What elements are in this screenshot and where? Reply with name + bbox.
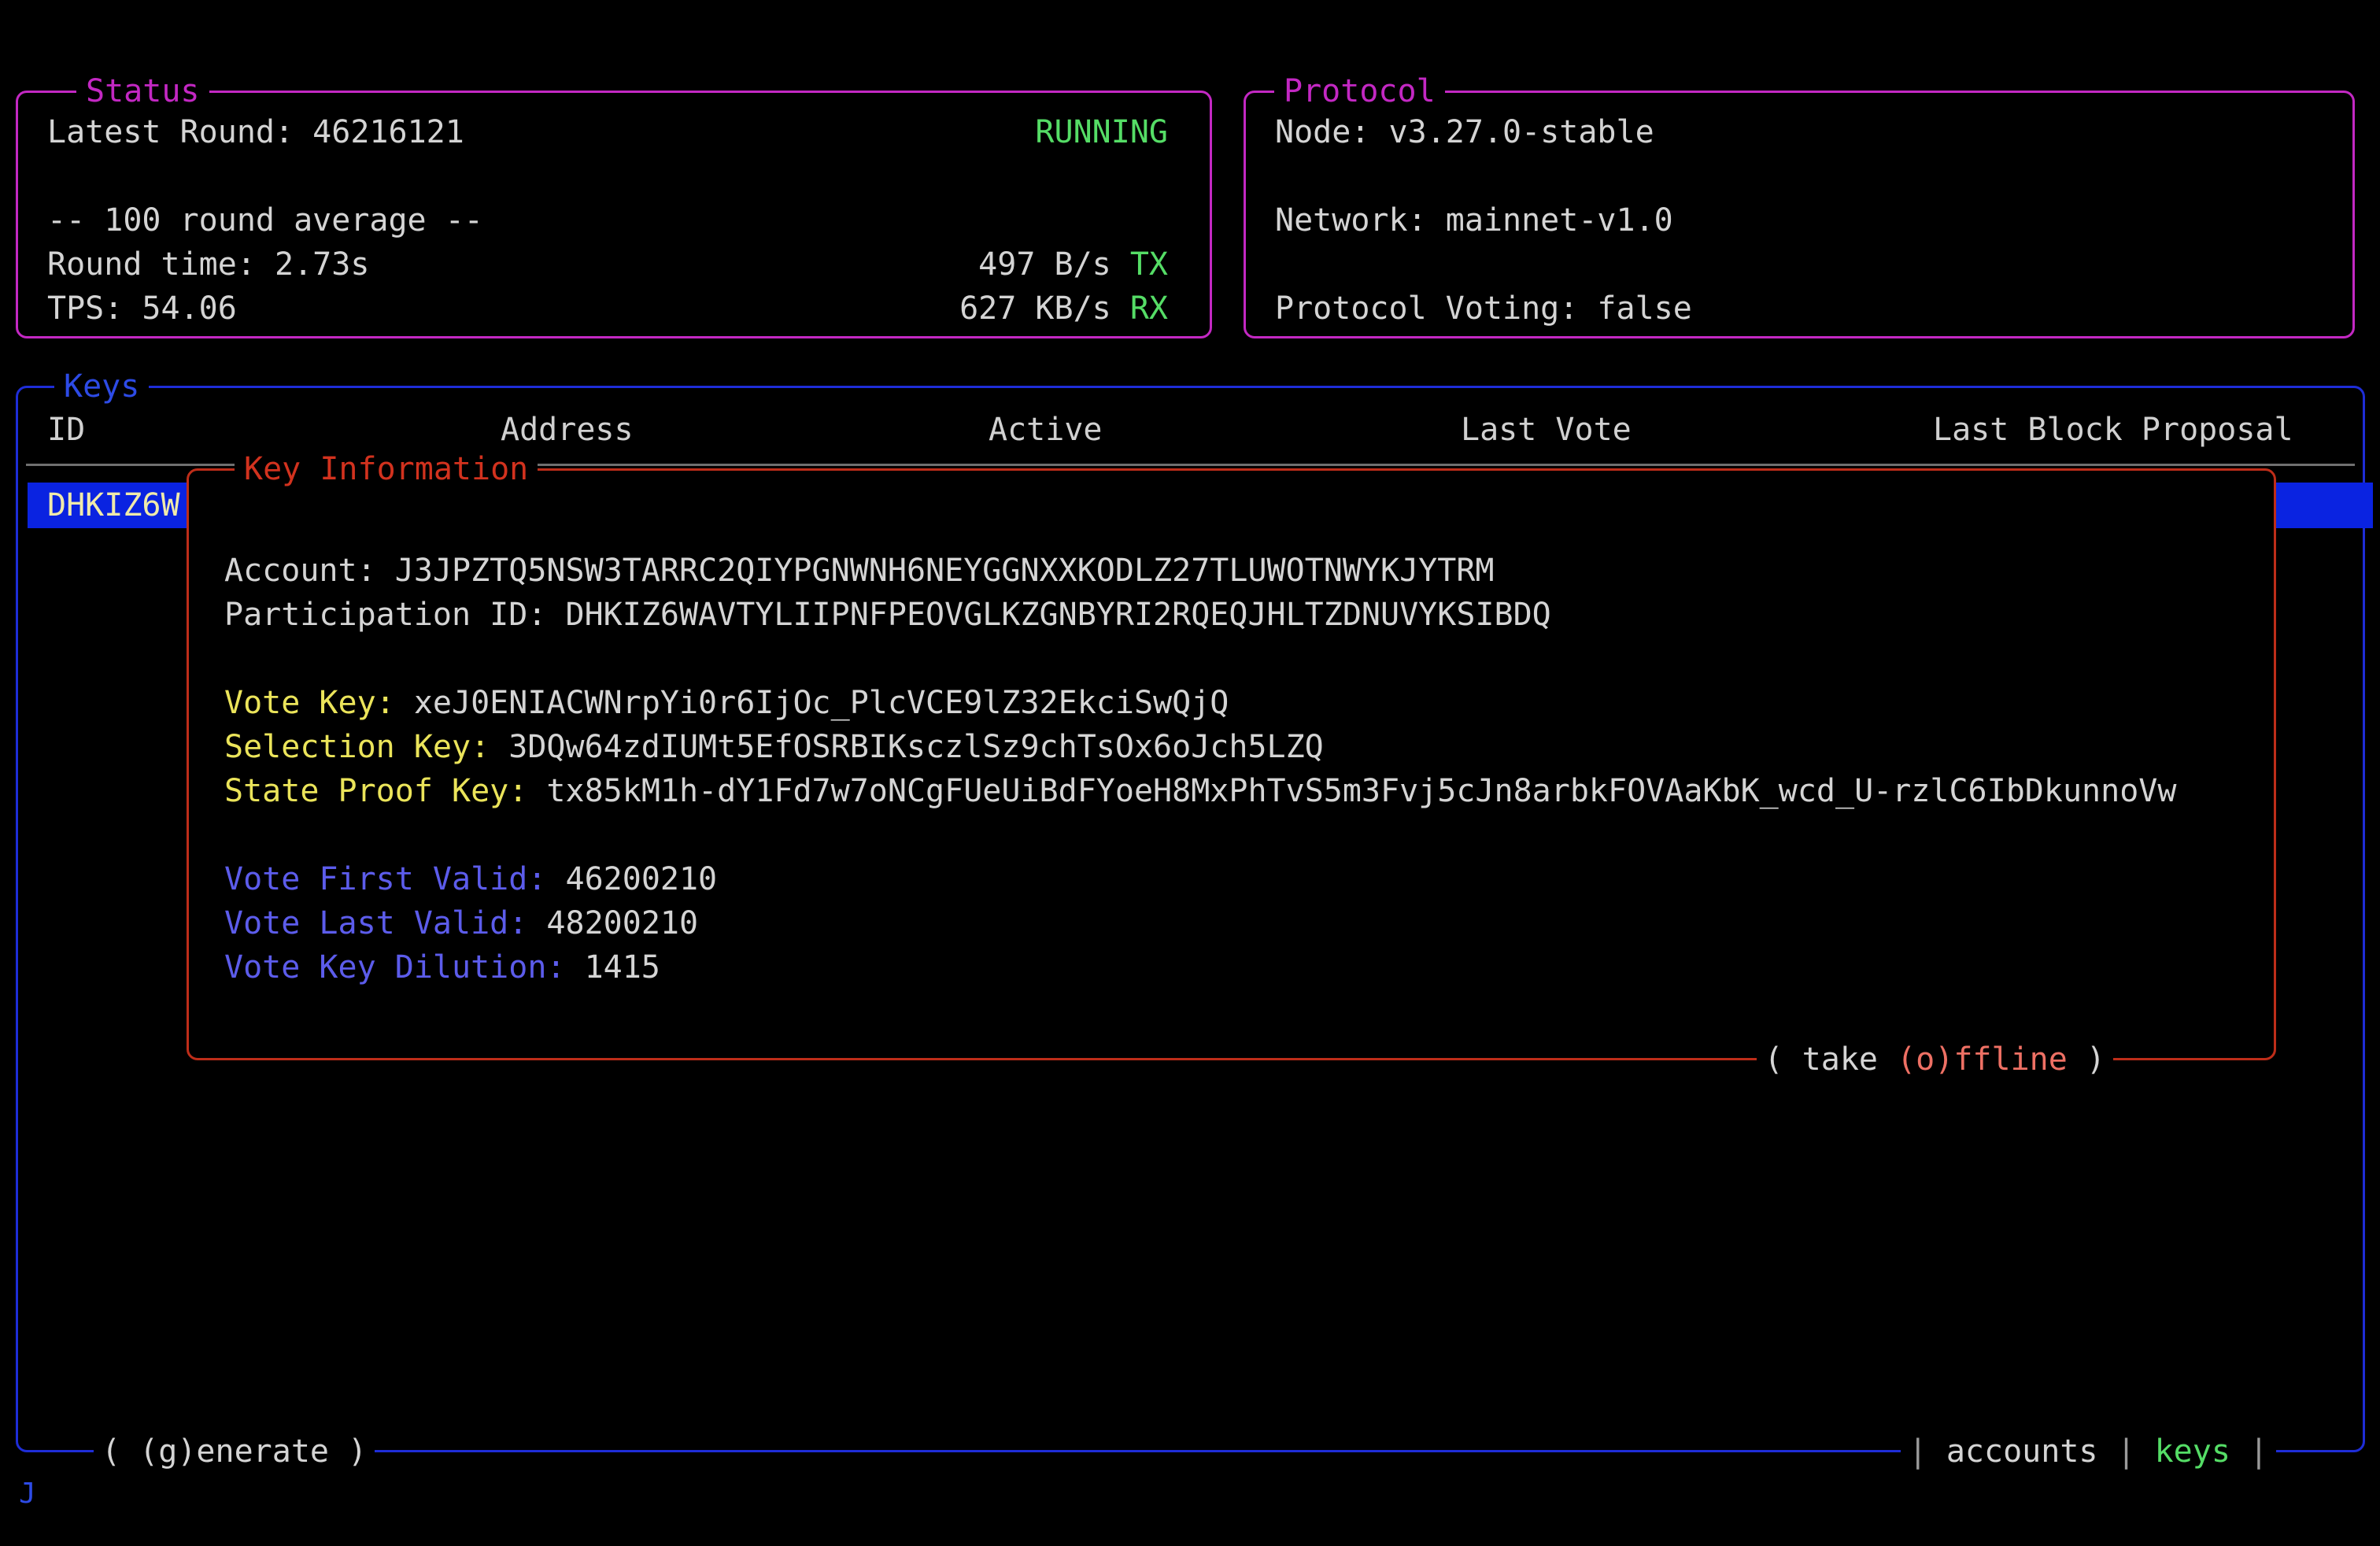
participation-id-label: Participation ID: (224, 597, 565, 633)
status-panel: Status Latest Round: 46216121 RUNNING --… (16, 91, 1212, 338)
protocol-voting-label: Protocol Voting: (1275, 290, 1597, 327)
view-tabs: | accounts | keys | (1901, 1429, 2276, 1474)
network-line: Network: mainnet-v1.0 (1275, 198, 1673, 242)
vote-last-valid-label: Vote Last Valid: (224, 905, 546, 941)
selection-key-line: Selection Key: 3DQw64zdIUMt5EfOSRBIKsczl… (224, 725, 1324, 769)
vote-key-line: Vote Key: xeJ0ENIACWNrpYi0r6IjOc_PlcVCE9… (224, 681, 1229, 725)
protocol-panel: Protocol Node: v3.27.0-stable Network: m… (1244, 91, 2355, 338)
tab-separator: | (2116, 1429, 2135, 1474)
latest-round-line: Latest Round: 46216121 (47, 110, 464, 154)
node-version-line: Node: v3.27.0-stable (1275, 110, 1654, 154)
tx-rate-value: 497 B/s (978, 246, 1130, 283)
protocol-voting-line: Protocol Voting: false (1275, 287, 1692, 331)
protocol-panel-title: Protocol (1274, 69, 1445, 113)
column-header-last-block-proposal: Last Block Proposal (1933, 408, 2293, 452)
vote-last-valid-line: Vote Last Valid: 48200210 (224, 901, 698, 945)
tab-keys[interactable]: keys (2155, 1429, 2230, 1474)
round-time-line: Round time: 2.73s (47, 242, 369, 287)
key-information-dialog: Key Information Account: J3JPZTQ5NSW3TAR… (187, 468, 2276, 1060)
selected-row-id: DHKIZ6W (47, 487, 180, 523)
rx-label: RX (1130, 290, 1168, 327)
tps-value: 54.06 (142, 290, 236, 327)
tab-accounts[interactable]: accounts (1946, 1429, 2098, 1474)
vote-first-valid-value: 46200210 (565, 861, 717, 897)
column-header-active: Active (989, 408, 1103, 452)
column-header-id: ID (47, 408, 85, 452)
tab-separator: | (2249, 1429, 2268, 1474)
vote-last-valid-value: 48200210 (546, 905, 698, 941)
column-header-address: Address (501, 408, 634, 452)
tps-label: TPS: (47, 290, 142, 327)
account-label: Account: (224, 553, 395, 589)
column-header-last-vote: Last Vote (1461, 408, 1632, 452)
vote-key-dilution-line: Vote Key Dilution: 1415 (224, 945, 660, 989)
latest-round-label: Latest Round: (47, 114, 312, 150)
terminal-screen: Status Latest Round: 46216121 RUNNING --… (0, 0, 2380, 1546)
take-offline-prefix: ( take (1765, 1041, 1898, 1078)
vote-key-label: Vote Key: (224, 685, 414, 721)
vote-key-dilution-value: 1415 (585, 949, 660, 986)
keys-panel-title: Keys (54, 364, 149, 409)
vote-first-valid-label: Vote First Valid: (224, 861, 565, 897)
tx-label: TX (1130, 246, 1168, 283)
rx-rate-value: 627 KB/s (959, 290, 1130, 327)
node-value: v3.27.0-stable (1389, 114, 1654, 150)
selection-key-value: 3DQw64zdIUMt5EfOSRBIKsczlSz9chTsOx6oJch5… (508, 729, 1324, 765)
round-time-value: 2.73s (275, 246, 369, 283)
tx-rate-line: 497 B/s TX (978, 242, 1168, 287)
rx-rate-line: 627 KB/s RX (959, 287, 1168, 331)
take-offline-button[interactable]: ( take (o)ffline ) (1757, 1037, 2114, 1082)
round-average-heading: -- 100 round average -- (47, 198, 483, 242)
participation-id-line: Participation ID: DHKIZ6WAVTYLIIPNFPEOVG… (224, 593, 1551, 637)
take-offline-accent: (o)ffline (1897, 1041, 2068, 1078)
account-line: Account: J3JPZTQ5NSW3TARRC2QIYPGNWNH6NEY… (224, 549, 1495, 593)
network-value: mainnet-v1.0 (1446, 202, 1673, 239)
participation-id-value: DHKIZ6WAVTYLIIPNFPEOVGLKZGNBYRI2RQEQJHLT… (565, 597, 1550, 633)
key-information-title: Key Information (235, 447, 538, 491)
status-panel-title: Status (76, 69, 209, 113)
running-badge: RUNNING (1035, 110, 1168, 154)
stray-character: J (19, 1478, 36, 1510)
protocol-voting-value: false (1597, 290, 1691, 327)
vote-key-dilution-label: Vote Key Dilution: (224, 949, 585, 986)
tps-line: TPS: 54.06 (47, 287, 237, 331)
vote-first-valid-line: Vote First Valid: 46200210 (224, 857, 717, 901)
network-label: Network: (1275, 202, 1446, 239)
account-value: J3JPZTQ5NSW3TARRC2QIYPGNWNH6NEYGGNXXKODL… (395, 553, 1495, 589)
latest-round-value: 46216121 (312, 114, 464, 150)
state-proof-key-line: State Proof Key: tx85kM1h-dY1Fd7w7oNCgFU… (224, 769, 2176, 813)
take-offline-suffix: ) (2068, 1041, 2105, 1078)
tab-separator: | (1909, 1429, 1927, 1474)
state-proof-key-value: tx85kM1h-dY1Fd7w7oNCgFUeUiBdFYoeH8MxPhTv… (546, 773, 2176, 809)
state-proof-key-label: State Proof Key: (224, 773, 546, 809)
generate-button[interactable]: ( (g)enerate ) (94, 1429, 375, 1474)
selection-key-label: Selection Key: (224, 729, 508, 765)
vote-key-value: xeJ0ENIACWNrpYi0r6IjOc_PlcVCE9lZ32EkciSw… (414, 685, 1229, 721)
round-time-label: Round time: (47, 246, 275, 283)
node-label: Node: (1275, 114, 1389, 150)
